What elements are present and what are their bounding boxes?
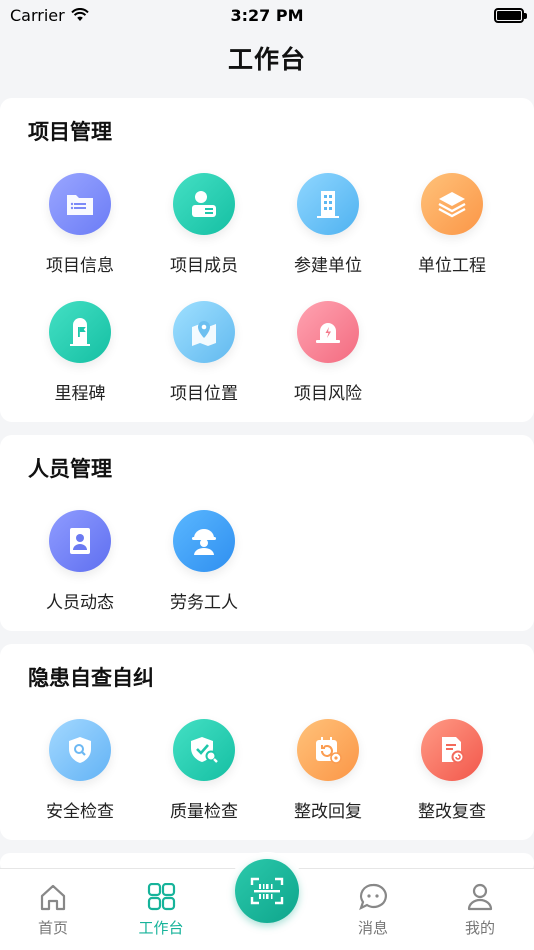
tab-profile[interactable]: 我的 [430, 883, 530, 938]
tab-label: 我的 [464, 919, 495, 937]
grid-item-label: 参建单位 [294, 256, 362, 276]
grid-item-project-location[interactable]: 项目位置 [142, 301, 266, 404]
section-title: 人员管理 [28, 457, 112, 481]
scan-button[interactable] [235, 859, 299, 923]
tab-label: 消息 [357, 919, 388, 937]
grid-item-label: 项目风险 [294, 384, 362, 404]
carrier-label: Carrier [10, 5, 65, 25]
status-right [374, 7, 527, 23]
worker-helmet-icon [173, 510, 235, 572]
grid-item-label: 里程碑 [54, 384, 106, 404]
tab-home[interactable]: 首页 [3, 883, 103, 938]
shield-check-icon [173, 719, 235, 781]
grid-item-project-members[interactable]: 项目成员 [142, 173, 266, 276]
tab-messages[interactable]: 消息 [323, 883, 423, 938]
grid-item-label: 整改回复 [294, 802, 362, 822]
grid-item-project-info[interactable]: 项目信息 [18, 173, 142, 276]
grid-item-label: 劳务工人 [170, 593, 238, 613]
tab-label: 首页 [37, 919, 68, 937]
grid-item-label: 安全检查 [46, 802, 114, 822]
grid-item-rectification-recheck[interactable]: 整改复查 [390, 719, 514, 822]
grid-item-label: 项目成员 [170, 256, 238, 276]
member-card-icon [173, 173, 235, 235]
grid-item-label: 整改复查 [418, 802, 486, 822]
building-icon [297, 173, 359, 235]
grid-item-quality-inspection[interactable]: 质量检查 [142, 719, 266, 822]
section-card-project-management: 项目管理 项目信息 项目成员 参建单位 单位工程 里程碑 项目位置 项目风险 [0, 98, 534, 422]
status-left: Carrier [10, 6, 160, 25]
grid-item-unit-engineering[interactable]: 单位工程 [390, 173, 514, 276]
section-title: 隐患自查自纠 [28, 666, 154, 690]
section-card-hazard-self-inspection: 隐患自查自纠 安全检查 质量检查 整改回复 整改复查 [0, 644, 534, 840]
shield-search-icon [49, 719, 111, 781]
grid-item-label: 质量检查 [170, 802, 238, 822]
grid-item-participating-units[interactable]: 参建单位 [266, 173, 390, 276]
tab-label: 工作台 [138, 919, 184, 937]
layers-icon [421, 173, 483, 235]
wifi-icon [70, 8, 89, 21]
grid-icon [147, 882, 176, 911]
status-time: 3:27 PM [230, 5, 304, 25]
battery-icon [493, 7, 527, 23]
section-card-personnel-management: 人员管理 人员动态 劳务工人 [0, 435, 534, 631]
message-icon [359, 883, 387, 911]
home-icon [40, 884, 66, 911]
folder-icon [49, 173, 111, 235]
alarm-icon [297, 301, 359, 363]
map-pin-icon [173, 301, 235, 363]
grid-item-label: 项目信息 [46, 256, 114, 276]
grid-item-label: 人员动态 [46, 593, 114, 613]
milestone-flag-icon [49, 301, 111, 363]
scan-icon [250, 877, 284, 905]
calendar-refresh-icon [297, 719, 359, 781]
grid-item-personnel-dynamics[interactable]: 人员动态 [18, 510, 142, 613]
grid-item-labor-workers[interactable]: 劳务工人 [142, 510, 266, 613]
grid-item-safety-inspection[interactable]: 安全检查 [18, 719, 142, 822]
grid-item-milestone[interactable]: 里程碑 [18, 301, 142, 404]
grid-item-project-risk[interactable]: 项目风险 [266, 301, 390, 404]
person-badge-icon [49, 510, 111, 572]
page-title: 工作台 [227, 45, 306, 74]
grid-item-label: 单位工程 [418, 256, 486, 276]
user-icon [467, 883, 493, 911]
status-bar: Carrier 3:27 PM [0, 0, 534, 30]
section-title: 项目管理 [28, 120, 112, 144]
document-recheck-icon [421, 719, 483, 781]
scan-button-wrap [228, 852, 306, 930]
grid-item-rectification-reply[interactable]: 整改回复 [266, 719, 390, 822]
tab-workbench[interactable]: 工作台 [111, 882, 211, 938]
grid-item-label: 项目位置 [170, 384, 238, 404]
